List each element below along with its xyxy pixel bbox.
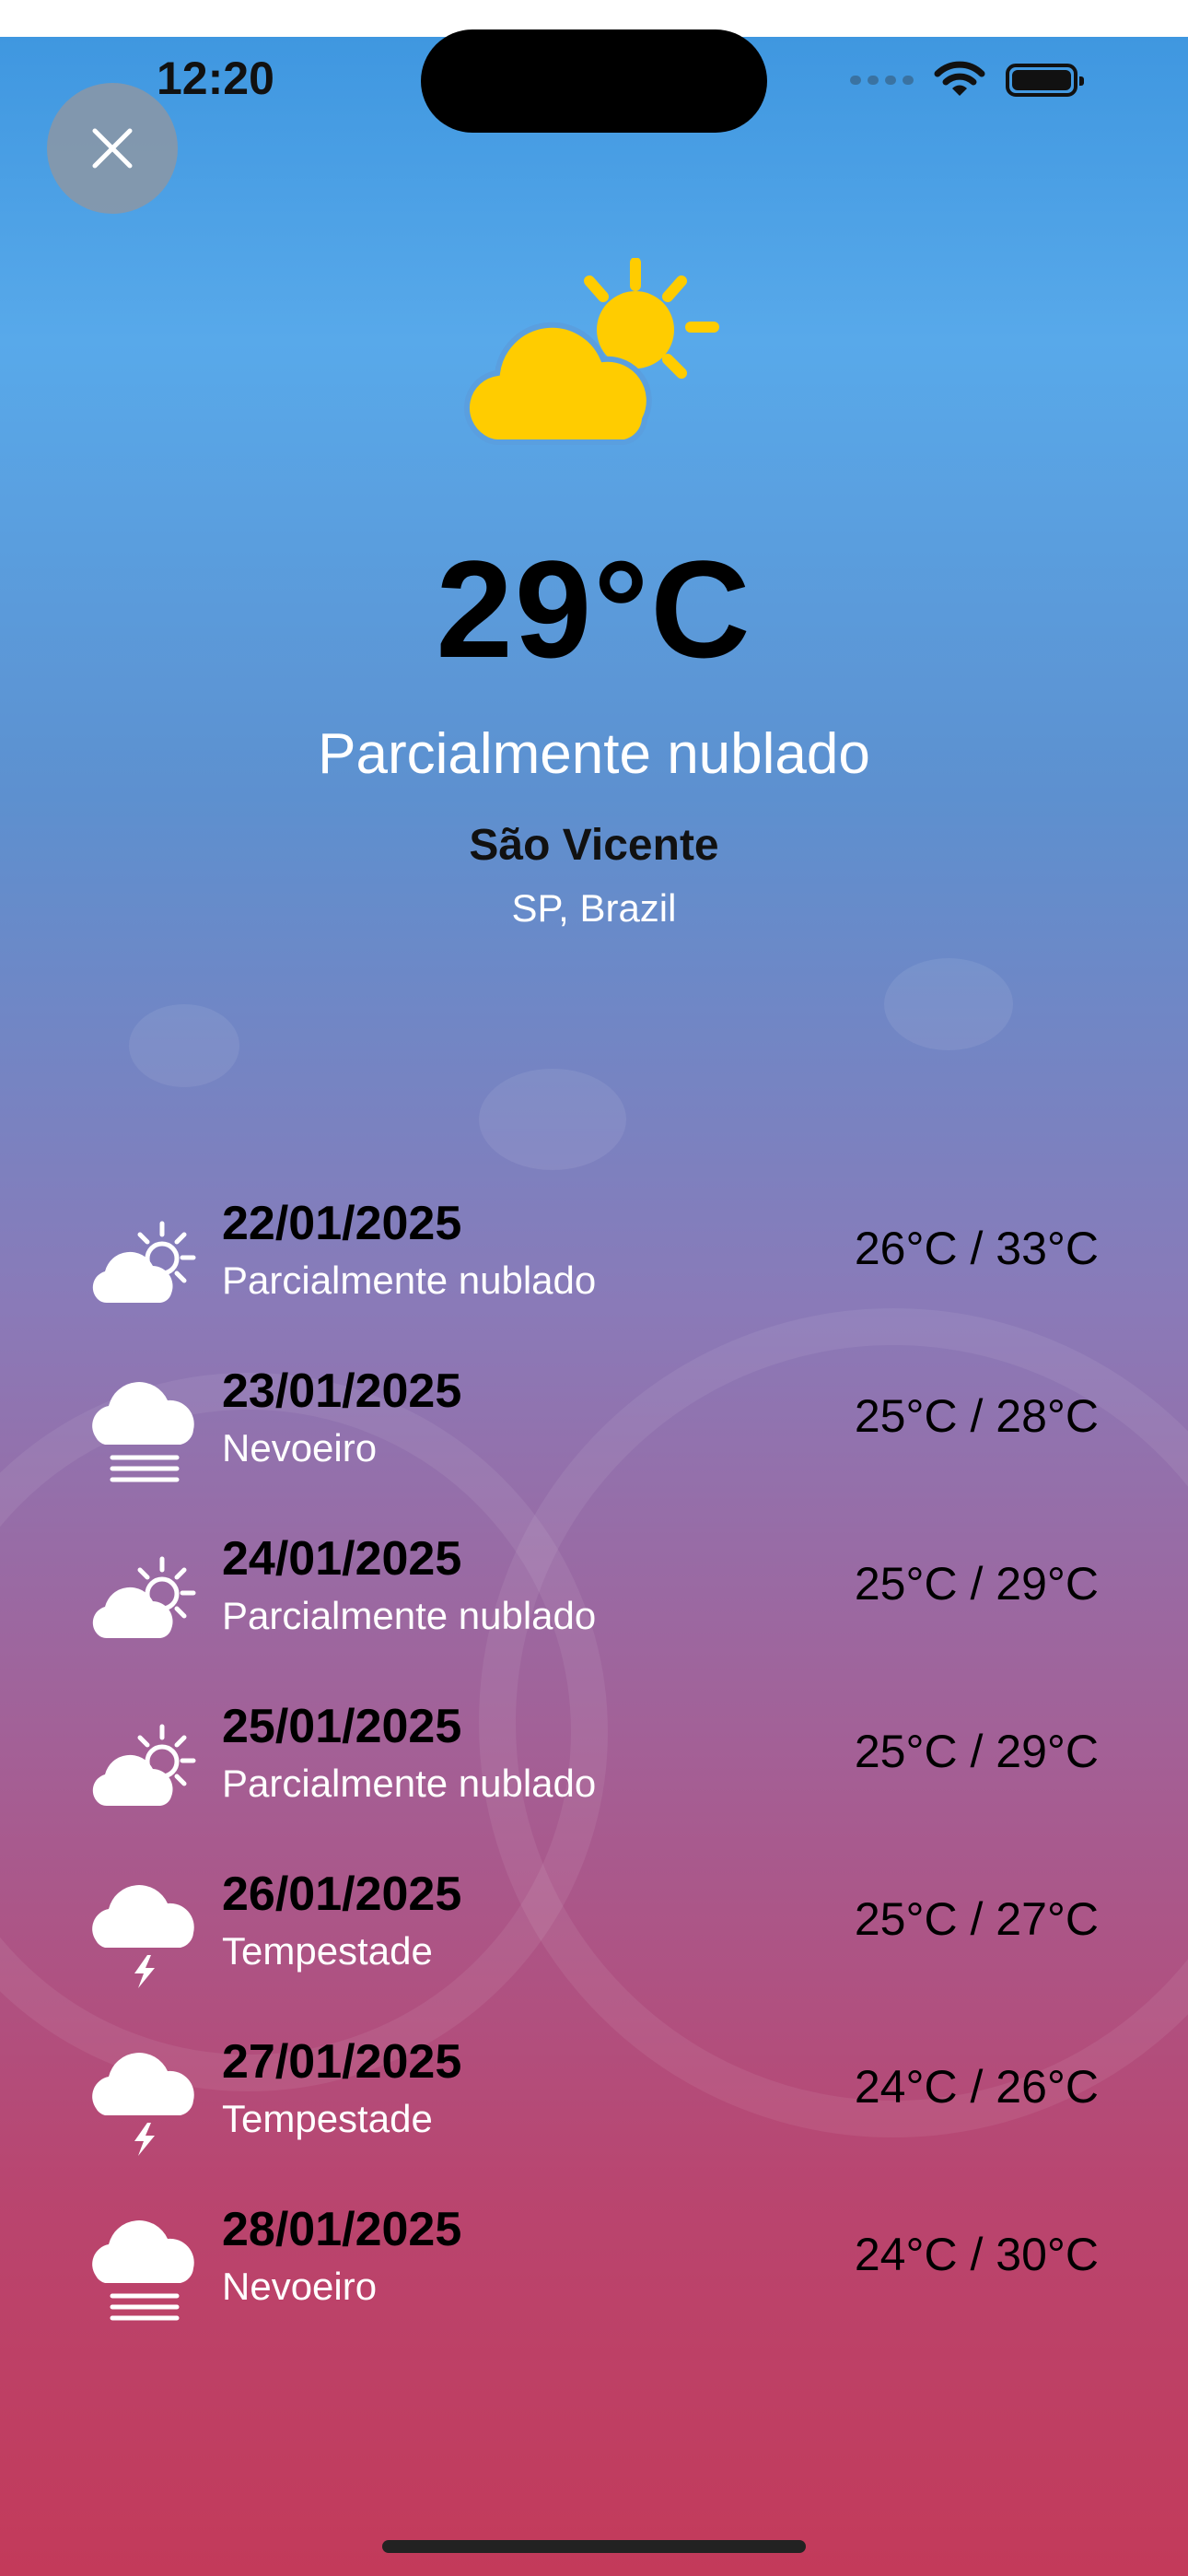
forecast-condition: Parcialmente nublado xyxy=(222,1594,597,1637)
background-decoration xyxy=(479,1069,626,1170)
forecast-row: 22/01/2025 Parcialmente nublado 26°C / 3… xyxy=(0,1179,1188,1347)
forecast-date: 26/01/2025 xyxy=(222,1868,462,1921)
forecast-date: 23/01/2025 xyxy=(222,1364,462,1418)
forecast-row: 28/01/2025 Nevoeiro 24°C / 30°C xyxy=(0,2185,1188,2353)
forecast-temp-range: 24°C / 30°C xyxy=(854,2229,1099,2280)
forecast-date: 28/01/2025 xyxy=(222,2203,462,2256)
forecast-condition: Tempestade xyxy=(222,1929,433,1973)
forecast-date: 22/01/2025 xyxy=(222,1197,462,1250)
forecast-condition: Parcialmente nublado xyxy=(222,1762,597,1805)
thunderstorm-icon xyxy=(92,2053,194,2156)
partly-cloudy-icon xyxy=(463,258,719,445)
forecast-row: 26/01/2025 Tempestade 25°C / 27°C xyxy=(0,1850,1188,2018)
forecast-row: 24/01/2025 Parcialmente nublado 25°C / 2… xyxy=(0,1515,1188,1682)
partly-cloudy-icon xyxy=(92,1724,196,1807)
forecast-date: 27/01/2025 xyxy=(222,2035,462,2089)
thunderstorm-icon xyxy=(92,1885,194,1988)
forecast-condition: Nevoeiro xyxy=(222,1426,378,1469)
forecast-temp-range: 26°C / 33°C xyxy=(854,1223,1099,1274)
forecast-date: 25/01/2025 xyxy=(222,1700,462,1753)
forecast-condition: Nevoeiro xyxy=(222,2265,378,2308)
wifi-icon xyxy=(934,61,985,96)
forecast-condition: Tempestade xyxy=(222,2097,433,2140)
forecast-temp-range: 25°C / 27°C xyxy=(854,1893,1099,1945)
forecast-condition: Parcialmente nublado xyxy=(222,1259,597,1302)
forecast-temp-range: 25°C / 29°C xyxy=(854,1558,1099,1610)
close-icon xyxy=(92,128,133,169)
forecast-row: 23/01/2025 Nevoeiro 25°C / 28°C xyxy=(0,1347,1188,1515)
forecast-row: 27/01/2025 Tempestade 24°C / 26°C xyxy=(0,2018,1188,2185)
region-name: SP, Brazil xyxy=(511,886,677,930)
home-indicator[interactable] xyxy=(382,2540,806,2553)
dynamic-island xyxy=(421,29,767,133)
status-icons xyxy=(850,57,1084,103)
forecast-temp-range: 25°C / 28°C xyxy=(854,1390,1099,1442)
current-condition: Parcialmente nublado xyxy=(318,722,870,786)
forecast-row: 25/01/2025 Parcialmente nublado 25°C / 2… xyxy=(0,1682,1188,1850)
city-name: São Vicente xyxy=(469,821,719,870)
forecast-date: 24/01/2025 xyxy=(222,1532,462,1586)
partly-cloudy-icon xyxy=(92,1221,196,1304)
current-temperature: 29°C xyxy=(436,532,752,686)
signal-icon xyxy=(850,76,914,85)
partly-cloudy-icon xyxy=(92,1556,196,1639)
background-decoration xyxy=(129,1004,239,1087)
fog-icon xyxy=(92,2220,194,2321)
background-decoration xyxy=(884,958,1013,1050)
fog-icon xyxy=(92,1382,194,1482)
status-time: 12:20 xyxy=(157,53,274,104)
close-button[interactable] xyxy=(47,83,178,214)
forecast-temp-range: 24°C / 26°C xyxy=(854,2061,1099,2113)
battery-icon xyxy=(1006,64,1084,97)
forecast-temp-range: 25°C / 29°C xyxy=(854,1726,1099,1777)
